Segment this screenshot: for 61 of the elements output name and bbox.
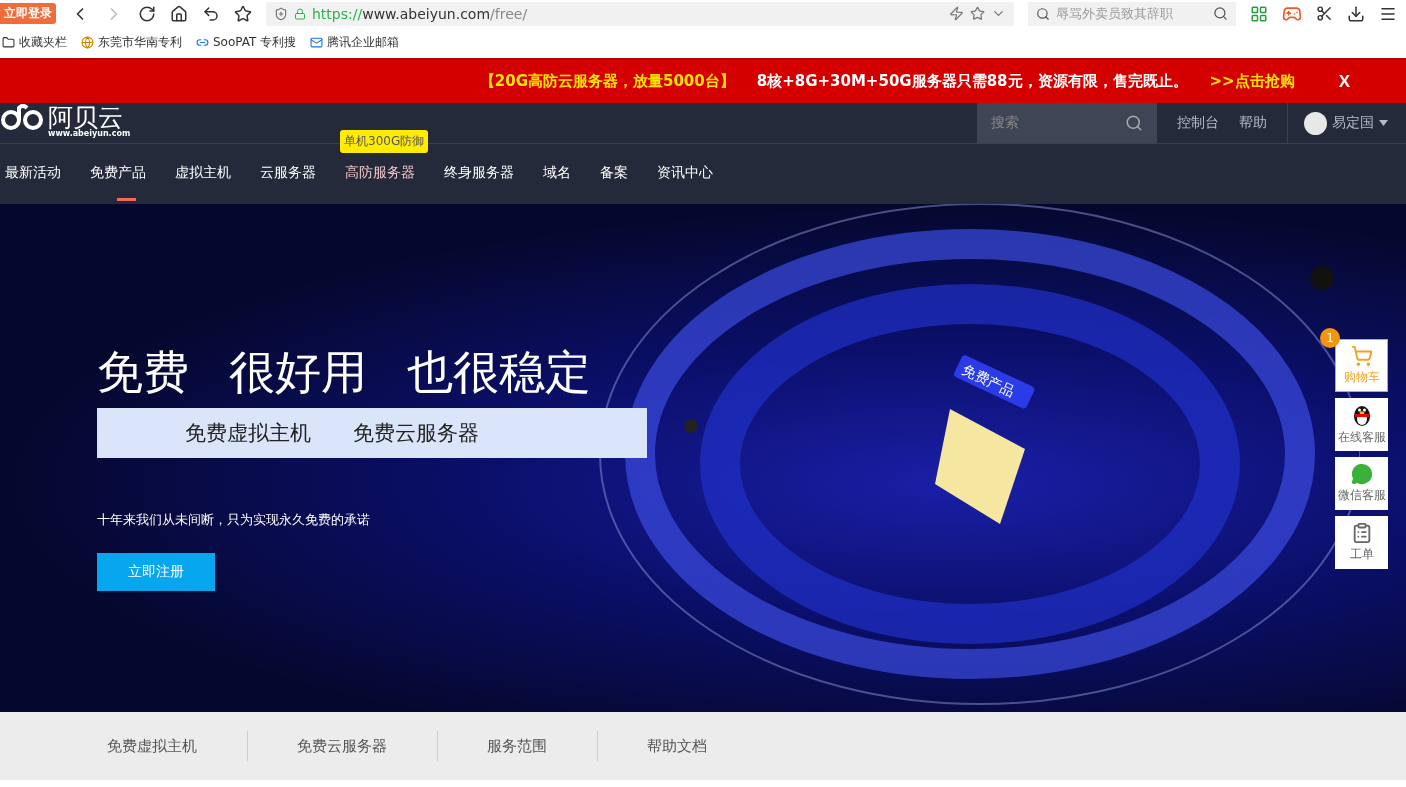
- nav-tooltip: 单机300G防御: [340, 130, 429, 153]
- active-underline: [117, 198, 136, 201]
- promo-link[interactable]: >>点击抢购: [1209, 72, 1295, 91]
- lock-icon: [294, 7, 306, 20]
- side-tool-button[interactable]: 微信客服: [1335, 457, 1388, 510]
- globe-icon: [81, 36, 94, 49]
- nav-link[interactable]: 最新活动: [4, 144, 76, 204]
- reload-icon[interactable]: [138, 4, 156, 23]
- section-tab[interactable]: 帮助文档: [630, 736, 757, 756]
- close-button[interactable]: X: [1332, 70, 1356, 93]
- caret-icon: [1379, 120, 1388, 126]
- chat-bubble-icon: [1350, 463, 1373, 485]
- nav-link[interactable]: 域名: [542, 144, 586, 204]
- tagline-text: 十年来我们从未间断，只为实现永久免费的承诺: [97, 511, 371, 529]
- nav-link[interactable]: 免费产品: [89, 144, 161, 204]
- header-link[interactable]: 控制台: [1167, 114, 1229, 132]
- header-link[interactable]: 帮助: [1229, 114, 1277, 132]
- download-icon[interactable]: [1347, 4, 1365, 23]
- star-icon[interactable]: [234, 4, 252, 23]
- logo-text: 阿贝云: [48, 104, 123, 130]
- scissors-icon[interactable]: [1316, 5, 1333, 22]
- promo-highlight: 【20G高防云服务器，放量5000台】: [479, 72, 735, 91]
- mail-icon: [310, 36, 324, 49]
- headline-text: 很好用: [229, 349, 367, 395]
- count-badge: 1: [1320, 328, 1340, 348]
- shield-icon: [274, 6, 288, 21]
- search-icon: [1036, 6, 1050, 21]
- nav-link[interactable]: 资讯中心: [656, 144, 728, 204]
- address-field[interactable]: https://www.abeiyun.com/free/: [266, 1, 1014, 26]
- side-tool-button[interactable]: 工单: [1335, 516, 1388, 569]
- bookmark-link[interactable]: 腾讯企业邮箱: [310, 34, 400, 51]
- logo-icon: [0, 104, 46, 130]
- grid-icon[interactable]: [1250, 4, 1268, 23]
- search-icon[interactable]: [1213, 6, 1228, 21]
- headline-text: 也很稳定: [407, 349, 591, 395]
- nav-link[interactable]: 虚拟主机: [174, 144, 246, 204]
- nav-link[interactable]: 备案: [599, 144, 643, 204]
- product-label: 免费虚拟主机: [185, 420, 311, 447]
- logo-url: www.abeiyun.com: [48, 130, 131, 138]
- section-tab[interactable]: 服务范围: [470, 736, 597, 756]
- home-icon[interactable]: [170, 4, 188, 23]
- nav-link[interactable]: 云服务器: [259, 144, 331, 204]
- bookmark-link[interactable]: 东莞市华南专利: [81, 34, 182, 51]
- user-menu[interactable]: 易定国: [1288, 103, 1406, 143]
- bookmark-link[interactable]: 收藏夹栏: [2, 34, 67, 51]
- bookmark-link[interactable]: SooPAT 专利搜: [196, 34, 297, 51]
- cart-icon: [1350, 345, 1373, 367]
- nav-link[interactable]: 终身服务器: [443, 144, 529, 204]
- search-icon[interactable]: [1125, 114, 1143, 132]
- headline-text: 免费: [97, 349, 189, 395]
- side-tool-button[interactable]: 在线客服: [1335, 398, 1388, 451]
- undo-icon[interactable]: [202, 4, 220, 23]
- star-icon[interactable]: [970, 6, 985, 21]
- section-tab[interactable]: 免费云服务器: [280, 736, 437, 756]
- link-icon: [196, 36, 209, 49]
- promo-text: 8核+8G+30M+50G服务器只需88元，资源有限，售完既止。: [756, 72, 1188, 91]
- folder-icon: [2, 36, 15, 49]
- lightning-icon[interactable]: [949, 6, 964, 21]
- section-tab[interactable]: 免费虚拟主机: [90, 736, 247, 756]
- url-text: https://www.abeiyun.com/free/: [312, 5, 529, 22]
- product-label: 免费云服务器: [353, 420, 479, 447]
